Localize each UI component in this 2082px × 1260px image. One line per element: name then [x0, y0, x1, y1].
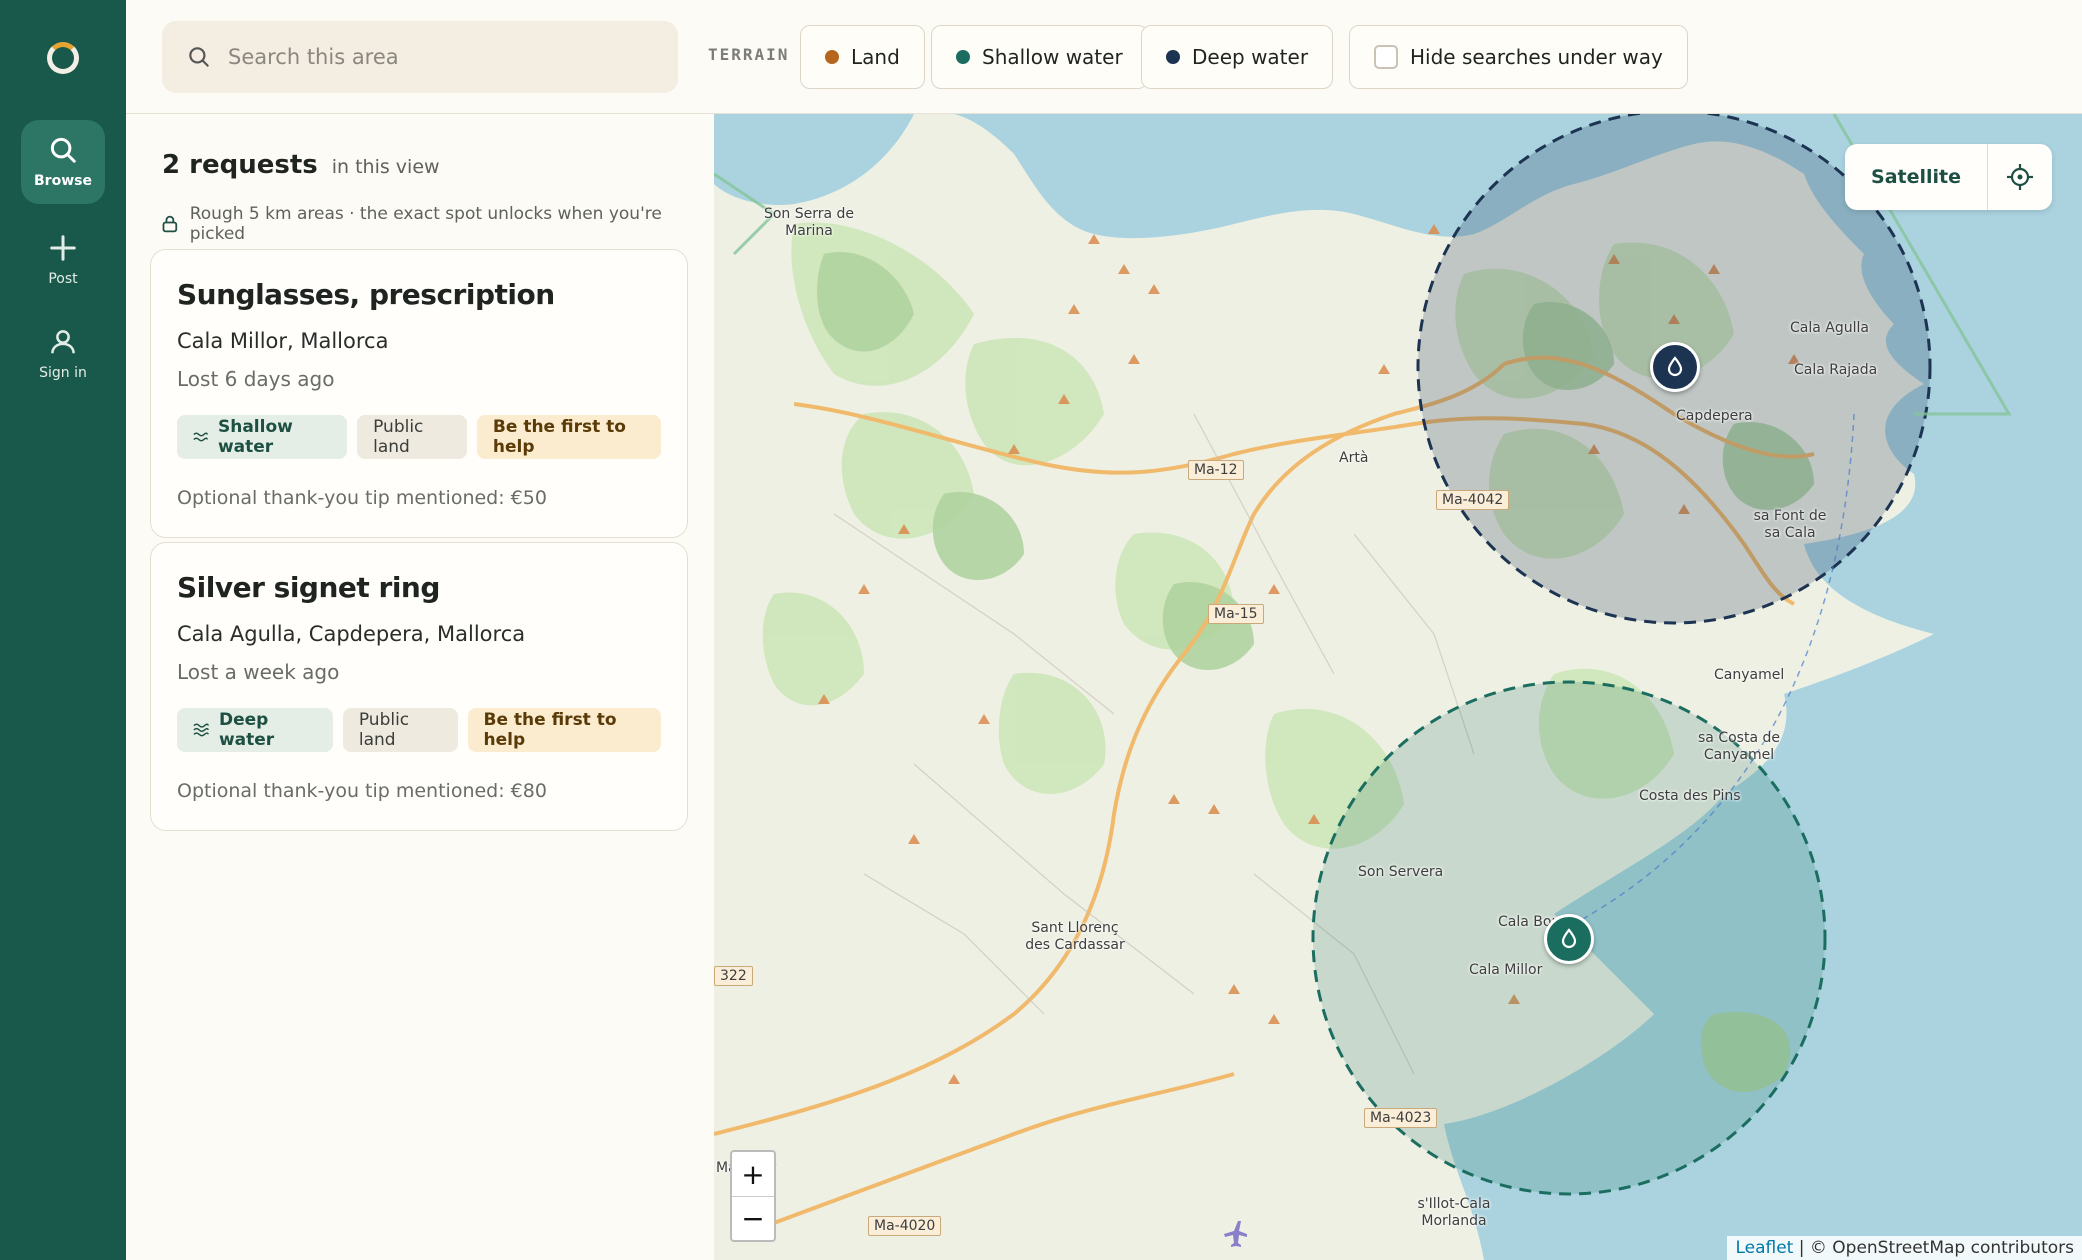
road-label: Ma-4042	[1436, 490, 1510, 510]
nav-browse-label: Browse	[34, 173, 92, 189]
place-label: Artà	[1339, 450, 1369, 466]
terrain-tag-label: Shallow water	[217, 417, 293, 457]
deep-water-dot-icon	[1166, 50, 1180, 64]
user-icon	[51, 330, 75, 354]
place-label: Sant Llorenç des Cardassar	[1025, 920, 1125, 953]
road-label: 322	[714, 966, 753, 986]
filter-deep-water[interactable]: Deep water	[1141, 25, 1334, 89]
map-controls: Satellite	[1845, 144, 2052, 210]
map[interactable]: Son Serra de Marina Artà Cala Agulla Cal…	[714, 114, 2082, 1260]
search-input[interactable]	[228, 45, 648, 69]
road-label: Ma-4020	[868, 1216, 942, 1236]
filter-shallow-water-label: Shallow water	[982, 45, 1123, 69]
filter-shallow-water[interactable]: Shallow water	[931, 25, 1148, 89]
results-count-suffix: in this view	[331, 156, 440, 178]
place-label: Son Servera	[1358, 864, 1444, 880]
land-tag: Public land	[342, 708, 458, 752]
search-icon	[189, 47, 209, 67]
place-label: s'Illot-Cala Morlanda	[1417, 1196, 1491, 1229]
first-helper-tag: Be the first to help	[476, 415, 661, 459]
request-title[interactable]: Sunglasses, prescription	[177, 278, 661, 311]
land-tag: Public land	[357, 415, 467, 459]
search-box[interactable]	[162, 21, 678, 93]
place-label: Cala Millor	[1469, 962, 1543, 978]
hide-searches-label: Hide searches under way	[1410, 45, 1663, 69]
place-label: Cala Agulla	[1790, 320, 1869, 336]
satellite-button[interactable]: Satellite	[1845, 144, 1988, 210]
hide-searches-checkbox[interactable]	[1374, 45, 1398, 69]
terrain-tag: Shallow water	[177, 415, 348, 459]
results-panel: 2 requests in this view Rough 5 km areas…	[126, 114, 714, 1260]
drop-icon	[1561, 928, 1577, 949]
nav-sign-in[interactable]: Sign in	[21, 312, 105, 396]
request-card[interactable]: Silver signet ring Cala Agulla, Capdeper…	[150, 542, 688, 831]
nav-sign-in-label: Sign in	[39, 365, 87, 381]
results-count-value: 2 requests	[162, 150, 318, 180]
zoom-out-button[interactable]: −	[732, 1196, 774, 1240]
request-title[interactable]: Silver signet ring	[177, 571, 661, 604]
request-tags: Deep water Public land Be the first to h…	[177, 708, 661, 752]
locate-button[interactable]	[1988, 144, 2052, 210]
request-card[interactable]: Sunglasses, prescription Cala Millor, Ma…	[150, 249, 688, 538]
place-label: sa Font de sa Cala	[1753, 508, 1827, 541]
place-label: sa Costa de Canyamel	[1698, 730, 1780, 763]
top-bar: TERRAIN Land Shallow water Deep water Hi…	[126, 0, 2082, 114]
map-attribution: Leaflet | © OpenStreetMap contributors	[1727, 1236, 2082, 1260]
waves-icon	[193, 723, 209, 737]
filter-deep-water-label: Deep water	[1192, 45, 1309, 69]
road-label: Ma-12	[1188, 460, 1244, 480]
request-pin[interactable]	[1544, 914, 1594, 964]
hide-searches-toggle[interactable]: Hide searches under way	[1349, 25, 1688, 89]
shallow-water-dot-icon	[956, 50, 970, 64]
app-logo[interactable]	[47, 42, 79, 74]
request-time: Lost 6 days ago	[177, 367, 335, 391]
place-label: Cala Rajada	[1794, 362, 1878, 378]
request-tip: Optional thank-you tip mentioned: €80	[177, 780, 547, 802]
drop-icon	[1667, 356, 1683, 377]
terrain-tag-label: Deep water	[218, 710, 275, 750]
leaflet-link[interactable]: Leaflet	[1735, 1238, 1793, 1258]
request-tip: Optional thank-you tip mentioned: €50	[177, 487, 547, 509]
place-label: Capdepera	[1676, 408, 1753, 424]
road-label: Ma-15	[1208, 604, 1264, 624]
first-helper-tag: Be the first to help	[467, 708, 661, 752]
privacy-note: Rough 5 km areas · the exact spot unlock…	[162, 204, 714, 244]
search-icon	[50, 137, 76, 163]
terrain-tag: Deep water	[177, 708, 333, 752]
nav-post-label: Post	[48, 271, 78, 287]
zoom-in-button[interactable]: +	[732, 1152, 774, 1196]
terrain-label: TERRAIN	[708, 45, 790, 64]
road-label: Ma-4023	[1364, 1108, 1438, 1128]
results-count: 2 requests in this view	[162, 150, 440, 180]
request-tags: Shallow water Public land Be the first t…	[177, 415, 661, 459]
zoom-control: + −	[730, 1150, 776, 1242]
crosshair-icon	[2007, 164, 2033, 190]
privacy-note-text: Rough 5 km areas · the exact spot unlock…	[189, 204, 662, 244]
place-label: Son Serra de Marina	[763, 206, 855, 239]
request-location: Cala Millor, Mallorca	[177, 329, 389, 353]
nav-post[interactable]: Post	[21, 218, 105, 302]
nav-rail: Browse Post Sign in	[0, 0, 126, 1260]
land-dot-icon	[825, 50, 839, 64]
place-label: Canyamel	[1714, 667, 1785, 683]
filter-land-label: Land	[851, 45, 900, 69]
attribution-text: | © OpenStreetMap contributors	[1798, 1238, 2074, 1258]
map-tiles[interactable]	[714, 114, 2082, 1260]
plus-icon	[50, 235, 76, 261]
nav-browse[interactable]: Browse	[21, 120, 105, 204]
request-time: Lost a week ago	[177, 660, 340, 684]
filter-land[interactable]: Land	[800, 25, 925, 89]
lock-icon	[162, 215, 178, 233]
request-location: Cala Agulla, Capdepera, Mallorca	[177, 622, 526, 646]
request-pin[interactable]	[1650, 342, 1700, 392]
place-label: Costa des Pins	[1639, 788, 1741, 804]
waves-icon	[193, 432, 208, 442]
